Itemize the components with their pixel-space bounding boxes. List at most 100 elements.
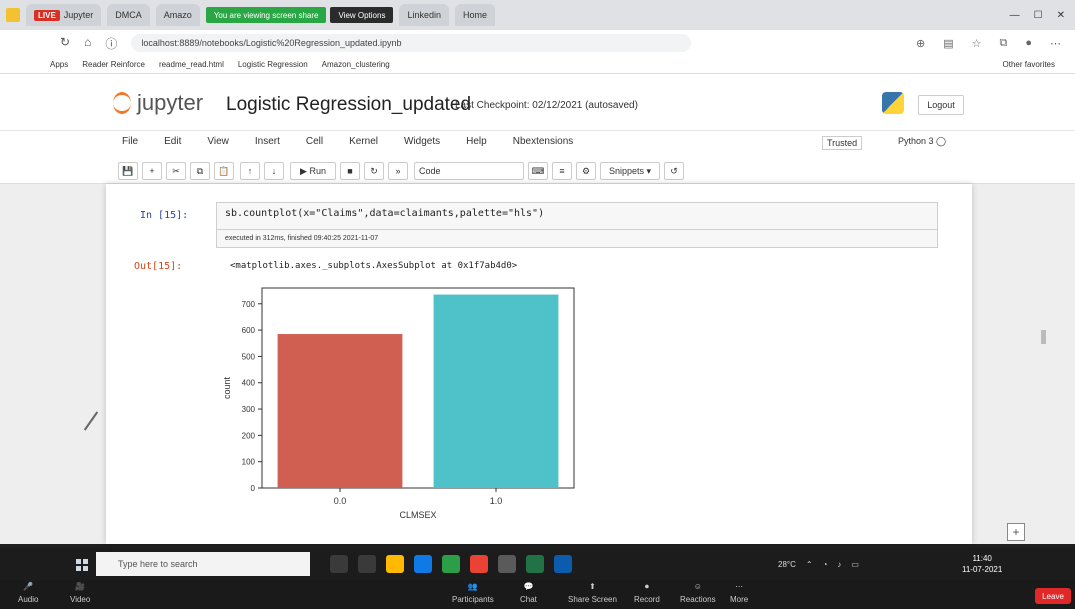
keyboard-icon[interactable]: ⌨ bbox=[528, 162, 548, 180]
settings-icon[interactable]: ⚙ bbox=[576, 162, 596, 180]
fast-forward-icon[interactable]: » bbox=[388, 162, 408, 180]
other-favorites[interactable]: Other favorites bbox=[1003, 60, 1055, 69]
close-icon[interactable]: ✕ bbox=[1057, 10, 1065, 21]
zoom-chat-button[interactable]: 💬 Chat bbox=[520, 582, 537, 604]
code-cell-input[interactable]: sb.countplot(x="Claims",data=claimants,p… bbox=[216, 202, 938, 230]
refresh-kernel-icon[interactable]: ↺ bbox=[664, 162, 684, 180]
y-tick-label: 200 bbox=[242, 431, 256, 440]
move-up-icon[interactable]: ↑ bbox=[240, 162, 260, 180]
bookmark-item[interactable]: readme_read.html bbox=[159, 60, 224, 69]
snippets-dropdown[interactable]: Snippets ▾ bbox=[600, 162, 660, 180]
run-button[interactable]: ▶ Run bbox=[290, 162, 336, 180]
cell-type-select[interactable]: Code bbox=[414, 162, 524, 180]
zoom-share-button[interactable]: ⬆ Share Screen bbox=[568, 582, 617, 604]
volume-icon[interactable]: ♪ bbox=[837, 560, 841, 569]
minimize-icon[interactable]: — bbox=[1010, 10, 1020, 21]
windows-start-icon[interactable] bbox=[76, 559, 88, 571]
reader-icon[interactable]: ▤ bbox=[943, 37, 953, 50]
zoom-leave-button[interactable]: Leave bbox=[1035, 588, 1071, 604]
zoom-app-icon[interactable] bbox=[554, 555, 572, 573]
store-icon[interactable] bbox=[442, 555, 460, 573]
widgets-icon[interactable] bbox=[358, 555, 376, 573]
zoom-participants-button[interactable]: 👥 Participants bbox=[452, 582, 494, 604]
cut-icon[interactable]: ✂ bbox=[166, 162, 186, 180]
menu-nbextensions[interactable]: Nbextensions bbox=[513, 136, 574, 147]
collections-icon[interactable]: ⧉ bbox=[999, 37, 1007, 50]
tab-amazon[interactable]: Amazo bbox=[155, 4, 200, 26]
paste-icon[interactable]: 📋 bbox=[214, 162, 234, 180]
menu-help[interactable]: Help bbox=[466, 136, 487, 147]
save-icon[interactable]: 💾 bbox=[118, 162, 138, 180]
zoom-more-button[interactable]: ⋯ More bbox=[730, 582, 748, 604]
menu-cell[interactable]: Cell bbox=[306, 136, 323, 147]
checkpoint-status: Last Checkpoint: 02/12/2021 (autosaved) bbox=[455, 100, 638, 111]
tab-home[interactable]: Home bbox=[455, 4, 496, 26]
bookmark-item[interactable]: Amazon_clustering bbox=[322, 60, 390, 69]
battery-icon[interactable]: ▭ bbox=[851, 560, 859, 569]
menu-kernel[interactable]: Kernel bbox=[349, 136, 378, 147]
menu-edit[interactable]: Edit bbox=[164, 136, 181, 147]
tab-live[interactable]: LIVE Jupyter bbox=[26, 4, 102, 26]
nav-controls: ↻ ⌂ ⓘ bbox=[60, 35, 117, 52]
zoom-video-button[interactable]: 🎥 Video bbox=[70, 582, 90, 604]
refresh-icon[interactable]: ↻ bbox=[60, 35, 70, 52]
page-scrollbar[interactable] bbox=[1038, 184, 1050, 544]
y-tick-label: 0 bbox=[251, 484, 256, 493]
jupyter-logo[interactable]: jupyter bbox=[113, 90, 203, 116]
zoom-reactions-button[interactable]: ☺ Reactions bbox=[680, 582, 716, 604]
maximize-icon[interactable]: ☐ bbox=[1034, 10, 1043, 21]
scrollbar-thumb[interactable] bbox=[1041, 330, 1046, 344]
edge-icon[interactable] bbox=[414, 555, 432, 573]
stop-icon[interactable]: ■ bbox=[340, 162, 360, 180]
tab-label: Linkedin bbox=[407, 10, 441, 20]
notebook-title[interactable]: Logistic Regression_updated bbox=[226, 94, 471, 116]
zoom-audio-button[interactable]: 🎤 Audio bbox=[18, 582, 38, 604]
tab-label: DMCA bbox=[115, 10, 142, 20]
add-cell-icon[interactable]: + bbox=[142, 162, 162, 180]
add-cell-button[interactable]: + bbox=[1007, 523, 1025, 541]
zoom-icon[interactable]: ⊕ bbox=[916, 37, 925, 50]
excel-icon[interactable] bbox=[526, 555, 544, 573]
menu-icon[interactable]: ⋯ bbox=[1050, 37, 1061, 50]
profile-icon[interactable]: ● bbox=[1025, 37, 1032, 50]
bookmark-item[interactable]: Apps bbox=[50, 60, 68, 69]
microphone-icon: 🎤 bbox=[23, 582, 34, 591]
restart-icon[interactable]: ↻ bbox=[364, 162, 384, 180]
chevron-up-icon[interactable]: ⌃ bbox=[806, 560, 813, 569]
zoom-record-button[interactable]: ⏺ Record bbox=[634, 582, 660, 604]
menu-insert[interactable]: Insert bbox=[255, 136, 280, 147]
logout-button[interactable]: Logout bbox=[918, 95, 964, 115]
taskbar-search-input[interactable]: Type here to search bbox=[96, 552, 310, 576]
y-tick-label: 600 bbox=[242, 326, 256, 335]
menu-file[interactable]: File bbox=[122, 136, 138, 147]
cell-toolbar-icon[interactable]: ≡ bbox=[552, 162, 572, 180]
menu-view[interactable]: View bbox=[207, 136, 229, 147]
bookmark-item[interactable]: Logistic Regression bbox=[238, 60, 308, 69]
mail-icon[interactable] bbox=[498, 555, 516, 573]
view-options-button[interactable]: View Options bbox=[330, 7, 394, 23]
chrome-icon[interactable] bbox=[470, 555, 488, 573]
menu-widgets[interactable]: Widgets bbox=[404, 136, 440, 147]
network-icon[interactable]: ◔ bbox=[823, 560, 828, 569]
zoom-chat-label: Chat bbox=[520, 595, 537, 604]
move-down-icon[interactable]: ↓ bbox=[264, 162, 284, 180]
home-icon[interactable]: ⌂ bbox=[84, 35, 91, 52]
kernel-indicator[interactable]: Python 3 ◯ bbox=[898, 136, 946, 147]
jupyter-logo-icon bbox=[113, 92, 131, 114]
taskbar-clock[interactable]: 11:40 11-07-2021 bbox=[962, 553, 1002, 575]
info-icon[interactable]: ⓘ bbox=[105, 35, 117, 52]
bookmark-item[interactable]: Reader Reinforce bbox=[82, 60, 145, 69]
trusted-badge[interactable]: Trusted bbox=[822, 136, 863, 150]
url-input[interactable]: localhost:8889/notebooks/Logistic%20Regr… bbox=[131, 34, 692, 52]
copy-icon[interactable]: ⧉ bbox=[190, 162, 210, 180]
bookmarks-bar: Apps Reader Reinforce readme_read.html L… bbox=[0, 56, 1075, 74]
y-tick-label: 100 bbox=[242, 458, 256, 467]
tab-label: Amazo bbox=[163, 10, 192, 20]
task-view-icon[interactable] bbox=[330, 555, 348, 573]
tab-dmca[interactable]: DMCA bbox=[107, 4, 150, 26]
favorite-icon[interactable]: ☆ bbox=[972, 37, 982, 50]
tab-linkedin[interactable]: Linkedin bbox=[399, 4, 449, 26]
weather-text[interactable]: 28°C bbox=[778, 560, 796, 569]
zoom-more-label: More bbox=[730, 595, 749, 604]
file-explorer-icon[interactable] bbox=[386, 555, 404, 573]
